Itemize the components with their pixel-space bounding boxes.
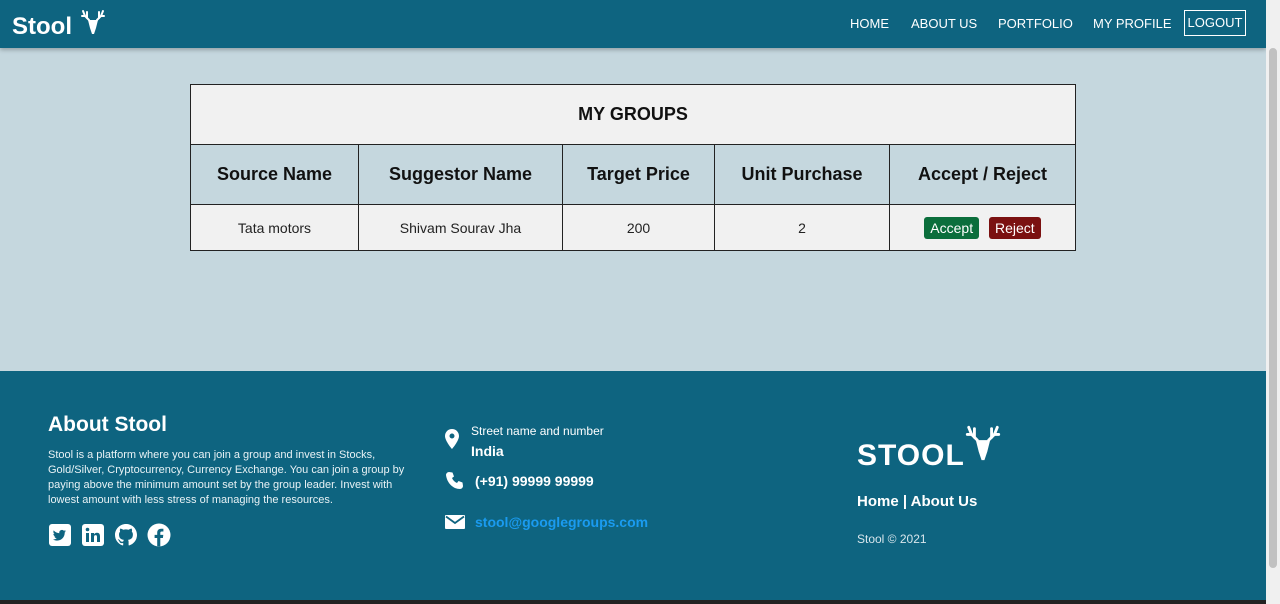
footer-about-link[interactable]: About Us <box>911 493 978 510</box>
navbar: Stool HOME ABOUT US PORTFOLIO MY PROFILE… <box>0 0 1266 48</box>
table-row: Tata motors Shivam Sourav Jha 200 2 Acce… <box>190 204 1076 251</box>
nav-portfolio[interactable]: PORTFOLIO <box>998 16 1073 31</box>
cell-actions: Accept Reject <box>889 204 1076 251</box>
phone-number: (+91) 99999 99999 <box>475 473 594 489</box>
header-source-name: Source Name <box>190 144 359 205</box>
deer-logo-icon[interactable] <box>80 8 106 41</box>
nav-my-profile[interactable]: MY PROFILE <box>1093 16 1172 31</box>
about-text: Stool is a platform where you can join a… <box>48 449 405 506</box>
email-link[interactable]: stool@googlegroups.com <box>475 514 648 530</box>
github-icon[interactable] <box>114 523 138 547</box>
copyright: Stool © 2021 <box>857 532 927 546</box>
cell-target-price: 200 <box>562 204 715 251</box>
scrollbar-thumb[interactable] <box>1269 48 1277 568</box>
bottom-bar <box>0 600 1266 604</box>
logout-button[interactable]: LOGOUT <box>1184 10 1246 36</box>
social-links <box>48 523 171 547</box>
street-address: Street name and number <box>471 424 604 438</box>
phone-icon <box>445 471 465 496</box>
linkedin-icon[interactable] <box>81 523 105 547</box>
brand-name[interactable]: Stool <box>12 13 72 41</box>
deer-logo-icon <box>964 423 1002 468</box>
accept-button[interactable]: Accept <box>924 216 980 239</box>
header-unit-purchase: Unit Purchase <box>714 144 890 205</box>
email-icon <box>445 515 465 534</box>
footer-links: Home | About Us <box>857 493 977 510</box>
reject-button[interactable]: Reject <box>989 216 1041 239</box>
location-pin-icon <box>445 429 459 454</box>
cell-source-name: Tata motors <box>190 204 359 251</box>
header-suggestor-name: Suggestor Name <box>358 144 563 205</box>
nav-home[interactable]: HOME <box>850 16 889 31</box>
groups-table: MY GROUPS Source Name Suggestor Name Tar… <box>190 84 1076 251</box>
cell-suggestor-name: Shivam Sourav Jha <box>358 204 563 251</box>
cell-unit-purchase: 2 <box>714 204 890 251</box>
twitter-icon[interactable] <box>48 523 72 547</box>
country: India <box>471 443 504 459</box>
table-title: MY GROUPS <box>190 84 1076 145</box>
facebook-icon[interactable] <box>147 523 171 547</box>
footer-brand: STOOL <box>857 439 965 472</box>
header-target-price: Target Price <box>562 144 715 205</box>
about-title: About Stool <box>48 413 167 436</box>
header-accept-reject: Accept / Reject <box>889 144 1076 205</box>
footer-link-separator: | <box>898 493 911 510</box>
scrollbar[interactable] <box>1266 0 1280 604</box>
footer: About Stool Stool is a platform where yo… <box>0 371 1266 604</box>
footer-home-link[interactable]: Home <box>857 493 899 510</box>
nav-about-us[interactable]: ABOUT US <box>911 16 977 31</box>
